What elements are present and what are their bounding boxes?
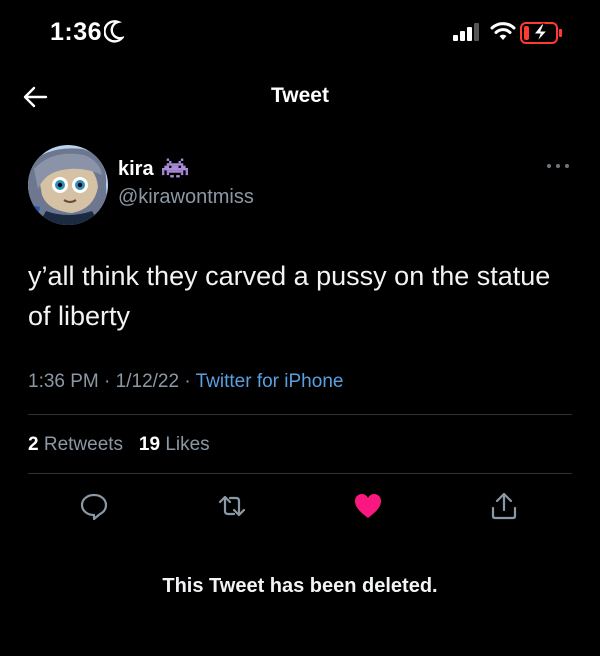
tweet-stats: 2 Retweets 19 Likes [28,434,210,456]
tweet-source-link[interactable]: Twitter for iPhone [196,371,344,392]
tweet-time: 1:36 PM [28,371,99,392]
share-icon[interactable] [488,490,520,522]
divider [28,414,572,415]
meta-separator: · [184,371,191,392]
tweet-text: y’all think they carved a pussy on the s… [28,261,551,331]
more-options-icon[interactable] [545,160,571,172]
signal-icon [453,23,479,41]
deleted-notice: This Tweet has been deleted. [162,575,438,597]
author-handle[interactable]: @kirawontmiss [118,186,254,209]
divider [28,473,572,474]
like-icon[interactable] [352,490,384,522]
retweets-label: Retweets [43,434,124,455]
status-time: 1:36 [50,18,103,46]
wifi-icon [490,22,516,40]
retweets-count: 2 [28,434,39,455]
moon-icon [104,20,124,43]
retweets-stat[interactable]: 2 Retweets [28,434,123,455]
avatar-image [28,145,108,225]
likes-count: 19 [138,434,161,455]
tweet-meta: 1:36 PM · 1/12/22 · Twitter for iPhone [28,371,343,393]
retweet-icon[interactable] [216,490,248,522]
status-bar: 1:36 [0,0,600,66]
navigation-header: Tweet [0,66,600,128]
battery-charging-icon [520,22,562,44]
page-title: Tweet [271,84,329,107]
avatar[interactable] [28,145,108,225]
likes-label: Likes [165,434,210,455]
reply-icon[interactable] [78,490,110,522]
space-invader-icon [162,158,188,178]
author-name[interactable]: kira [118,158,154,181]
meta-separator: · [104,371,111,392]
likes-stat[interactable]: 19 Likes [139,434,210,455]
tweet-date: 1/12/22 [115,371,180,392]
